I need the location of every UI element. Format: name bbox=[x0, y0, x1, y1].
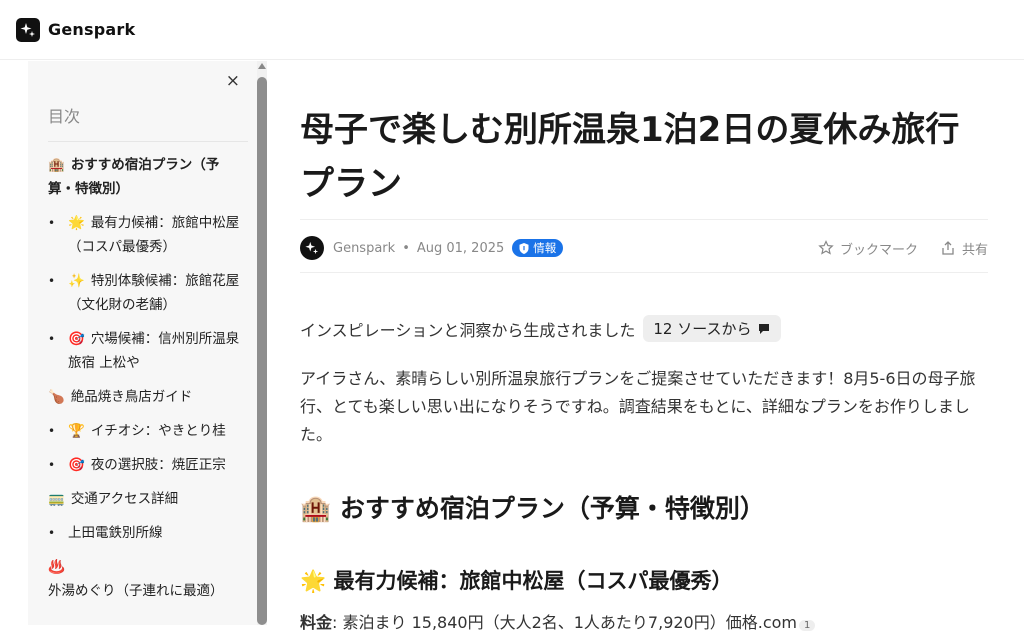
status-badge: 情報 bbox=[512, 239, 564, 257]
toc-list: 🏨 おすすめ宿泊プラン（予算・特徴別） • 🌟 最有力候補：旅館中松屋（コスパ最優秀… bbox=[48, 153, 240, 613]
page-title: 母子で楽しむ別所温泉1泊2日の夏休み旅行プラン bbox=[300, 110, 960, 204]
bullet: • bbox=[48, 274, 56, 288]
bullet: • bbox=[48, 216, 56, 230]
toc-item-label: 外湯めぐり（子連れに最適） bbox=[48, 583, 224, 599]
divider bbox=[300, 219, 988, 220]
share-label: 共有 bbox=[961, 242, 988, 258]
scroll-thumb[interactable] bbox=[257, 77, 267, 625]
toc-item-label: 絶品焼き鳥店ガイド bbox=[70, 389, 193, 405]
toc-title: 目次 bbox=[48, 107, 81, 126]
price-line: 料金: 素泊まり 15,840円（大人2名、1人あたり7,920円）価格.com… bbox=[300, 609, 816, 633]
intro-paragraph: アイラさん、素晴らしい別所温泉旅行プランをご提案させていただきます！8月5-6日… bbox=[300, 369, 976, 444]
star-icon: 🌟 bbox=[68, 215, 85, 231]
bullet: • bbox=[48, 526, 56, 540]
publish-date: Aug 01, 2025 bbox=[416, 240, 505, 256]
shield-icon bbox=[519, 242, 529, 254]
toc-item[interactable]: 🚃 交通アクセス詳細 bbox=[48, 487, 240, 511]
article-meta: Genspark • Aug 01, 2025 情報 ブックマーク 共有 bbox=[300, 233, 988, 263]
trophy-icon: 🏆 bbox=[68, 423, 85, 439]
toc-item-label: 夜の選択肢：焼匠正宗 bbox=[90, 457, 226, 473]
chicken-leg-icon: 🍗 bbox=[48, 389, 65, 405]
author-name: Genspark bbox=[333, 240, 396, 256]
toc-item-label: イチオシ：やきとり桂 bbox=[90, 423, 226, 439]
top-bar: Genspark bbox=[0, 0, 1024, 60]
star-outline-icon bbox=[818, 240, 834, 255]
sources-label: 12 ソースから bbox=[653, 320, 752, 338]
toc-item[interactable]: • 上田電鉄別所線 bbox=[48, 521, 240, 545]
section-title: おすすめ宿泊プラン（予算・特徴別） bbox=[339, 494, 765, 523]
share-icon bbox=[942, 241, 954, 255]
inspiration-text: インスピレーションと洞察から生成されました bbox=[300, 320, 636, 340]
toc-item-label: 最有力候補：旅館中松屋（コスパ最優秀） bbox=[68, 215, 240, 255]
chat-bubble-icon bbox=[759, 323, 770, 334]
toc-item-label: 交通アクセス詳細 bbox=[70, 491, 179, 507]
toc-item-label: 上田電鉄別所線 bbox=[68, 525, 163, 541]
toc-item[interactable]: 🏨 おすすめ宿泊プラン（予算・特徴別） bbox=[48, 153, 240, 201]
toc-item[interactable]: • 🎯 穴場候補：信州別所温泉 旅宿 上松や bbox=[48, 327, 240, 375]
article-actions: ブックマーク 共有 bbox=[796, 239, 988, 258]
brand-name[interactable]: Genspark bbox=[48, 20, 135, 39]
sources-button[interactable]: 12 ソースから bbox=[643, 315, 782, 342]
scroll-up-icon[interactable] bbox=[258, 63, 266, 69]
bookmark-label: ブックマーク bbox=[839, 242, 918, 258]
price-text: : 素泊まり 15,840円（大人2名、1人あたり7,920円）価格.com bbox=[332, 613, 797, 632]
inspiration-line: インスピレーションと洞察から生成されました 12 ソースから bbox=[300, 315, 782, 342]
bullet: • bbox=[48, 332, 56, 346]
subsection-title: 最有力候補：旅館中松屋（コスパ最優秀） bbox=[333, 569, 733, 593]
toc-sidebar: × 目次 🏨 おすすめ宿泊プラン（予算・特徴別） • 🌟 最有力候補：旅館中松屋（コ… bbox=[28, 61, 258, 625]
section-heading: 🏨 おすすめ宿泊プラン（予算・特徴別） bbox=[300, 489, 765, 525]
toc-item[interactable]: • 🌟 最有力候補：旅館中松屋（コスパ最優秀） bbox=[48, 211, 240, 259]
bookmark-button[interactable]: ブックマーク bbox=[818, 239, 918, 258]
scrollbar[interactable] bbox=[257, 61, 267, 625]
hotel-icon: 🏨 bbox=[300, 494, 332, 523]
toc-item[interactable]: ♨️ 外湯めぐり（子連れに最適） bbox=[48, 555, 240, 603]
share-button[interactable]: 共有 bbox=[940, 239, 988, 258]
separator: • bbox=[402, 240, 410, 256]
target-icon: 🎯 bbox=[68, 457, 85, 473]
toc-item[interactable]: 🍗 絶品焼き鳥店ガイド bbox=[48, 385, 240, 409]
hotel-icon: 🏨 bbox=[48, 157, 65, 173]
subsection-heading: 🌟 最有力候補：旅館中松屋（コスパ最優秀） bbox=[300, 565, 732, 595]
train-icon: 🚃 bbox=[48, 491, 65, 507]
divider bbox=[48, 141, 248, 142]
target-icon: 🎯 bbox=[68, 331, 85, 347]
bullet: • bbox=[48, 424, 56, 438]
bullet: • bbox=[48, 458, 56, 472]
hot-springs-icon: ♨️ bbox=[48, 559, 65, 575]
price-label: 料金 bbox=[300, 613, 333, 632]
toc-item-label: 特別体験候補：旅館花屋（文化財の老舗） bbox=[68, 273, 240, 313]
sparkles-icon: ✨ bbox=[68, 273, 85, 289]
badge-label: 情報 bbox=[533, 241, 557, 255]
toc-item-label: 穴場候補：信州別所温泉 旅宿 上松や bbox=[68, 331, 240, 371]
toc-item[interactable]: • 🏆 イチオシ：やきとり桂 bbox=[48, 419, 240, 443]
toc-item-label: おすすめ宿泊プラン（予算・特徴別） bbox=[48, 157, 220, 197]
citation-badge[interactable]: 1 bbox=[799, 620, 816, 631]
avatar bbox=[300, 236, 324, 260]
toc-item[interactable]: • 🎯 夜の選択肢：焼匠正宗 bbox=[48, 453, 240, 477]
sparkle-icon[interactable] bbox=[16, 17, 40, 42]
toc-item[interactable]: • ✨ 特別体験候補：旅館花屋（文化財の老舗） bbox=[48, 269, 240, 317]
star-icon: 🌟 bbox=[300, 569, 327, 593]
divider bbox=[300, 272, 988, 273]
close-icon[interactable]: × bbox=[226, 71, 240, 91]
